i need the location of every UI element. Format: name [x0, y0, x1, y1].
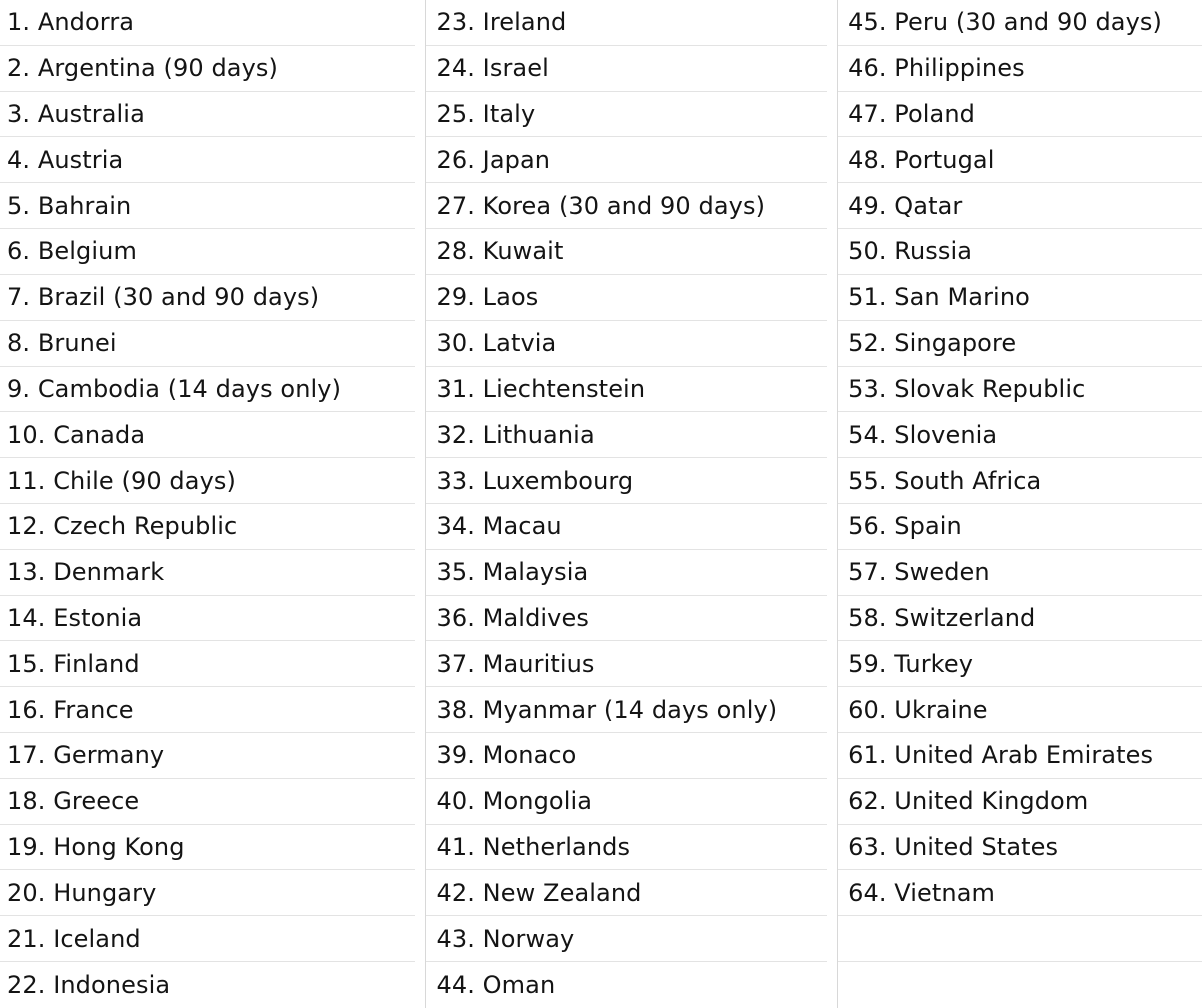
list-item: 49. Qatar	[838, 183, 1202, 230]
list-item: 34. Macau	[426, 504, 828, 550]
list-item: 42. New Zealand	[426, 870, 828, 917]
list-item: 41. Netherlands	[426, 825, 828, 871]
list-item: 51. San Marino	[838, 275, 1202, 321]
list-item: 23. Ireland	[426, 0, 828, 46]
list-item: 53. Slovak Republic	[838, 367, 1202, 413]
list-item: 28. Kuwait	[426, 229, 828, 275]
list-item: 26. Japan	[426, 137, 828, 184]
list-item: 31. Liechtenstein	[426, 367, 828, 413]
list-item: 27. Korea (30 and 90 days)	[426, 183, 828, 230]
list-item: 56. Spain	[838, 504, 1202, 550]
list-item: 12. Czech Republic	[0, 504, 416, 550]
list-item: 30. Latvia	[426, 321, 828, 367]
list-item: 10. Canada	[0, 412, 416, 459]
list-item: 37. Mauritius	[426, 641, 828, 688]
list-item: 47. Poland	[838, 92, 1202, 138]
list-item: 36. Maldives	[426, 596, 828, 642]
list-item-empty	[838, 962, 1202, 1008]
list-item: 29. Laos	[426, 275, 828, 321]
list-item: 59. Turkey	[838, 641, 1202, 688]
list-item: 20. Hungary	[0, 870, 416, 917]
list-item: 63. United States	[838, 825, 1202, 871]
country-list-column-1: 1. Andorra 2. Argentina (90 days) 3. Aus…	[0, 0, 416, 1008]
list-item: 3. Australia	[0, 92, 416, 138]
list-item: 7. Brazil (30 and 90 days)	[0, 275, 416, 321]
list-item: 55. South Africa	[838, 458, 1202, 504]
list-item: 35. Malaysia	[426, 550, 828, 596]
list-item: 50. Russia	[838, 229, 1202, 275]
list-item: 60. Ukraine	[838, 687, 1202, 733]
list-item: 48. Portugal	[838, 137, 1202, 184]
list-item: 15. Finland	[0, 641, 416, 688]
list-item: 32. Lithuania	[426, 412, 828, 459]
list-item: 44. Oman	[436, 970, 556, 999]
list-item: 25. Italy	[426, 92, 828, 138]
list-item: 17. Germany	[0, 733, 416, 779]
list-item: 21. Iceland	[0, 916, 416, 963]
list-item: 52. Singapore	[838, 321, 1202, 367]
list-item-empty	[838, 916, 1202, 963]
list-item: 24. Israel	[426, 46, 828, 92]
list-item: 38. Myanmar (14 days only)	[426, 687, 828, 733]
country-list-column-2: 23. Ireland 24. Israel 25. Italy 26. Jap…	[425, 0, 828, 1008]
list-item: 11. Chile (90 days)	[0, 458, 416, 504]
country-list-column-3: 45. Peru (30 and 90 days) 46. Philippine…	[837, 0, 1202, 1008]
list-item: 8. Brunei	[0, 321, 416, 367]
list-item: 45. Peru (30 and 90 days)	[838, 0, 1202, 46]
list-item: 4. Austria	[0, 137, 416, 184]
list-item: 6. Belgium	[0, 229, 416, 275]
list-item: 13. Denmark	[0, 550, 416, 596]
list-item: 5. Bahrain	[0, 183, 416, 230]
list-item: 57. Sweden	[838, 550, 1202, 596]
list-item: 40. Mongolia	[426, 779, 828, 825]
list-item: 33. Luxembourg	[426, 458, 828, 504]
list-item: 62. United Kingdom	[838, 779, 1202, 825]
country-list-table: 1. Andorra 2. Argentina (90 days) 3. Aus…	[0, 0, 1202, 1008]
list-item: 2. Argentina (90 days)	[0, 46, 416, 92]
list-item: 1. Andorra	[0, 0, 416, 46]
list-item: 61. United Arab Emirates	[838, 733, 1202, 779]
list-item: 22. Indonesia	[7, 970, 171, 999]
list-item: 43. Norway	[426, 916, 828, 963]
list-item: 39. Monaco	[426, 733, 828, 779]
list-item: 19. Hong Kong	[0, 825, 416, 871]
list-item: 54. Slovenia	[838, 412, 1202, 459]
list-item: 58. Switzerland	[838, 596, 1202, 642]
list-item: 18. Greece	[0, 779, 416, 825]
list-item: 9. Cambodia (14 days only)	[0, 367, 416, 413]
list-item: 46. Philippines	[838, 46, 1202, 92]
list-item: 14. Estonia	[0, 596, 416, 642]
list-item: 16. France	[0, 687, 416, 733]
list-item: 64. Vietnam	[838, 870, 1202, 917]
